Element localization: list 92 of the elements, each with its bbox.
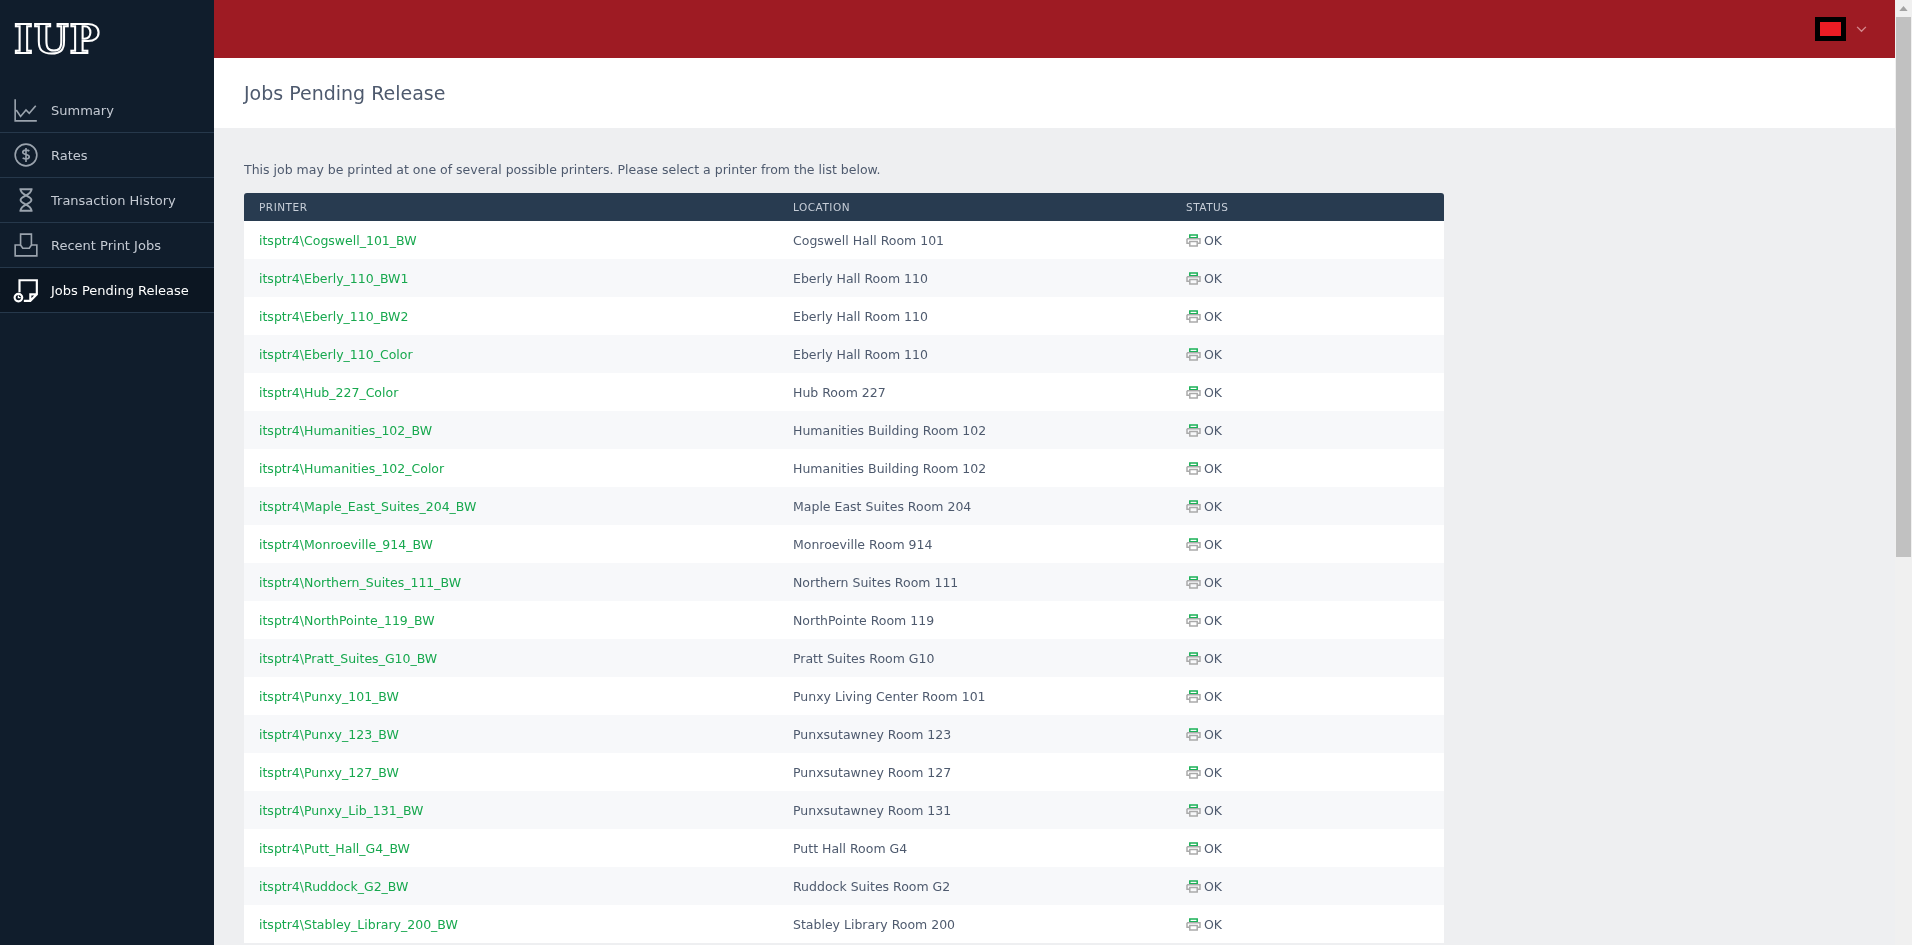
user-avatar[interactable] [1815, 17, 1846, 41]
line-chart-icon [13, 97, 39, 123]
location-cell: Ruddock Suites Room G2 [793, 878, 951, 894]
printer-icon [1186, 917, 1201, 931]
status-text: OK [1204, 460, 1223, 476]
location-cell: Monroeville Room 914 [793, 536, 933, 552]
status-text: OK [1204, 726, 1223, 742]
location-cell: Eberly Hall Room 110 [793, 270, 928, 286]
status-text: OK [1204, 688, 1223, 704]
status-text: OK [1204, 308, 1223, 324]
location-cell: Hub Room 227 [793, 384, 886, 400]
location-cell: Cogswell Hall Room 101 [793, 232, 945, 248]
printer-icon [1186, 423, 1201, 437]
column-header: STATUS [1186, 201, 1230, 213]
printer-link[interactable]: itsptr4\Humanities_102_Color [259, 460, 445, 476]
status-text: OK [1204, 574, 1223, 590]
printer-icon [1186, 461, 1201, 475]
location-cell: Eberly Hall Room 110 [793, 308, 928, 324]
intro-text: This job may be printed at one of several possible printers. Please select a printer from the list below. [244, 162, 882, 177]
printer-link[interactable]: itsptr4\Pratt_Suites_G10_BW [259, 650, 438, 666]
chevron-down-icon[interactable] [1856, 25, 1867, 33]
printer-icon [1186, 879, 1201, 893]
inbox-tray-icon [13, 232, 39, 258]
printer-icon [1186, 841, 1201, 855]
status-text: OK [1204, 536, 1223, 552]
printer-icon [1186, 727, 1201, 741]
location-cell: Humanities Building Room 102 [793, 422, 987, 438]
status-text: OK [1204, 764, 1223, 780]
printer-link[interactable]: itsptr4\Monroeville_914_BW [259, 536, 433, 552]
printer-link[interactable]: itsptr4\Hub_227_Color [259, 384, 399, 400]
printer-link[interactable]: itsptr4\NorthPointe_119_BW [259, 612, 435, 628]
location-cell: Punxy Living Center Room 101 [793, 688, 986, 704]
printer-icon [1186, 689, 1201, 703]
location-cell: Stabley Library Room 200 [793, 916, 956, 932]
printer-icon [1186, 271, 1201, 285]
status-text: OK [1204, 232, 1223, 248]
printer-icon [1186, 575, 1201, 589]
printer-icon [1186, 385, 1201, 399]
column-header: LOCATION [793, 201, 852, 213]
status-text: OK [1204, 346, 1223, 362]
status-text: OK [1204, 802, 1223, 818]
status-text: OK [1204, 916, 1223, 932]
status-text: OK [1204, 840, 1223, 856]
column-header: PRINTER [258, 201, 309, 213]
sidebar-item[interactable]: Jobs Pending Release [0, 268, 214, 313]
status-text: OK [1204, 270, 1223, 286]
status-text: OK [1204, 878, 1223, 894]
printer-icon [1186, 537, 1201, 551]
printer-icon [1186, 803, 1201, 817]
printer-icon [1186, 347, 1201, 361]
printer-icon [1186, 309, 1201, 323]
status-text: OK [1204, 612, 1223, 628]
printer-link[interactable]: itsptr4\Eberly_110_BW2 [259, 308, 409, 324]
printer-link[interactable]: itsptr4\Maple_East_Suites_204_BW [259, 498, 477, 514]
status-text: OK [1204, 498, 1223, 514]
brand-logo[interactable]: IUP [14, 16, 101, 62]
printer-icon [1186, 499, 1201, 513]
printer-icon [1186, 765, 1201, 779]
printer-link[interactable]: itsptr4\Putt_Hall_G4_BW [259, 840, 410, 856]
location-cell: Putt Hall Room G4 [793, 840, 908, 856]
printer-link[interactable]: itsptr4\Humanities_102_BW [259, 422, 432, 438]
status-text: OK [1204, 384, 1223, 400]
location-cell: Pratt Suites Room G10 [793, 650, 935, 666]
printer-link[interactable]: itsptr4\Punxy_101_BW [259, 688, 399, 704]
printer-link[interactable]: itsptr4\Eberly_110_BW1 [259, 270, 409, 286]
location-cell: Maple East Suites Room 204 [793, 498, 972, 514]
location-cell: Punxsutawney Room 131 [793, 802, 952, 818]
printer-link[interactable]: itsptr4\Ruddock_G2_BW [259, 878, 409, 894]
status-text: OK [1204, 650, 1223, 666]
printer-link[interactable]: itsptr4\Northern_Suites_111_BW [259, 574, 462, 590]
location-cell: Humanities Building Room 102 [793, 460, 987, 476]
printer-link[interactable]: itsptr4\Punxy_127_BW [259, 764, 399, 780]
scroll-up-arrow-icon[interactable] [1899, 6, 1908, 11]
status-text: OK [1204, 422, 1223, 438]
printer-link[interactable]: itsptr4\Stabley_Library_200_BW [259, 916, 458, 932]
printer-link[interactable]: itsptr4\Cogswell_101_BW [259, 232, 417, 248]
printer-icon [1186, 651, 1201, 665]
location-cell: Eberly Hall Room 110 [793, 346, 928, 362]
location-cell: NorthPointe Room 119 [793, 612, 935, 628]
printer-link[interactable]: itsptr4\Punxy_123_BW [259, 726, 399, 742]
scrollbar[interactable] [1895, 0, 1912, 945]
location-cell: Punxsutawney Room 123 [793, 726, 952, 742]
location-cell: Northern Suites Room 111 [793, 574, 959, 590]
printer-icon [1186, 613, 1201, 627]
printer-link[interactable]: itsptr4\Eberly_110_Color [259, 346, 413, 362]
printer-icon [1186, 233, 1201, 247]
dollar-circle-icon [13, 142, 39, 168]
page-title: Jobs Pending Release [244, 82, 446, 104]
location-cell: Punxsutawney Room 127 [793, 764, 952, 780]
page-clock-icon [13, 277, 39, 303]
printer-link[interactable]: itsptr4\Punxy_Lib_131_BW [259, 802, 424, 818]
scrollbar-thumb[interactable] [1896, 17, 1911, 557]
